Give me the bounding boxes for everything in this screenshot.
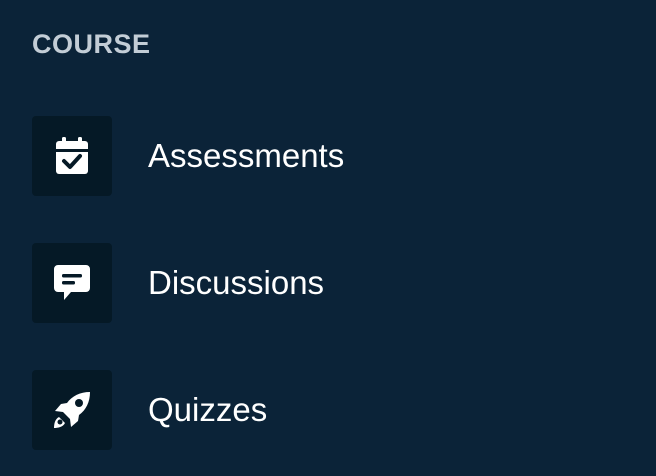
nav-item-quizzes[interactable]: Quizzes (32, 370, 632, 450)
course-nav: Assessments Discussions Quizzes (32, 116, 632, 450)
nav-item-label: Assessments (148, 137, 345, 174)
sidebar-section-title: COURSE (32, 29, 151, 59)
nav-item-label: Discussions (148, 264, 325, 301)
calendar-check-icon (32, 116, 112, 196)
nav-item-assessments[interactable]: Assessments (32, 116, 632, 196)
rocket-icon (32, 370, 112, 450)
nav-item-discussions[interactable]: Discussions (32, 243, 632, 323)
nav-item-label: Quizzes (148, 391, 268, 428)
chat-bubble-icon (32, 243, 112, 323)
